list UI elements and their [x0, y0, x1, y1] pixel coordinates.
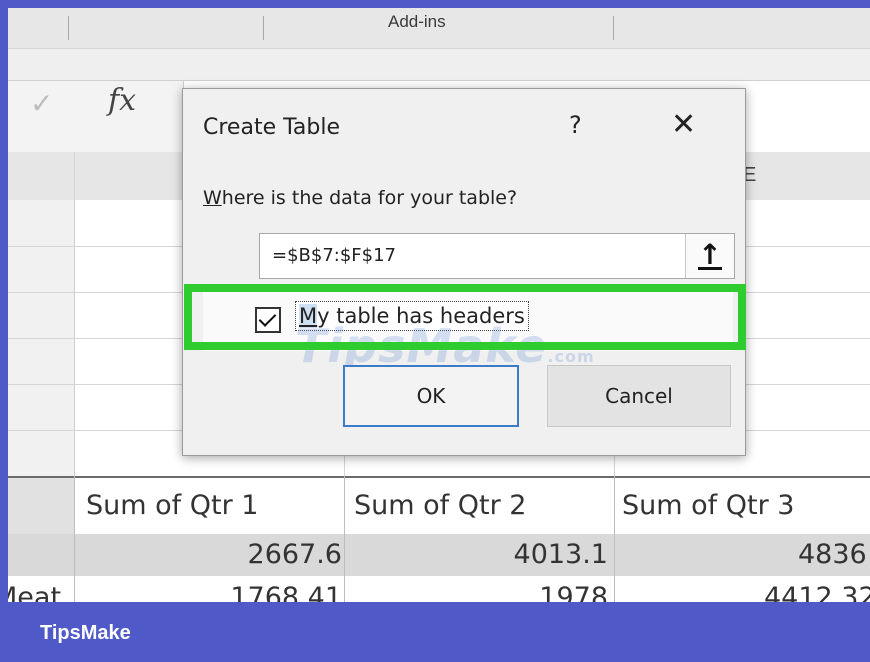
help-button[interactable]: ? — [569, 111, 582, 139]
ribbon-group-label-addins: Add-ins — [388, 12, 446, 31]
pivot-cell[interactable]: 4836 — [798, 539, 867, 570]
dialog-title: Create Table — [203, 115, 340, 140]
collapse-dialog-button[interactable]: ↑ — [685, 234, 734, 278]
cancel-button[interactable]: Cancel — [547, 365, 731, 427]
ribbon-group-labels: Add-ins — [8, 8, 870, 48]
pivot-cell[interactable]: 4412.32 — [764, 582, 870, 602]
range-input[interactable]: =$B$7:$F$17 ↑ — [259, 233, 735, 279]
ribbon-separator — [613, 16, 614, 40]
pivot-header-qtr3[interactable]: Sum of Qtr 3 — [622, 490, 794, 521]
excel-window: Add-ins ✓ fx E Sum of Qtr 1 Sum of Qtr 2… — [8, 8, 870, 602]
pivot-row-label-header — [8, 478, 74, 536]
formula-bar-controls: ✓ fx — [8, 81, 183, 153]
pivot-cell[interactable]: 1978 — [539, 582, 608, 602]
ok-button[interactable]: OK — [343, 365, 519, 427]
insert-function-button[interactable]: fx — [108, 83, 136, 118]
pivot-column-divider — [344, 476, 345, 602]
pivot-header-row: Sum of Qtr 1 Sum of Qtr 2 Sum of Qtr 3 — [8, 476, 870, 536]
pivot-row: 2667.6 4013.1 4836 — [8, 534, 870, 576]
range-prompt-text: here is the data for your table? — [221, 187, 518, 209]
highlight-frame — [184, 284, 746, 350]
pivot-header-qtr1[interactable]: Sum of Qtr 1 — [86, 490, 258, 521]
pivot-cell[interactable]: 1768.41 — [230, 582, 342, 602]
pivot-header-qtr2[interactable]: Sum of Qtr 2 — [354, 490, 526, 521]
range-value[interactable]: =$B$7:$F$17 — [272, 245, 396, 266]
checkmark-icon[interactable]: ✓ — [30, 87, 53, 120]
pivot-column-divider — [74, 476, 75, 602]
pivot-row: Meat 1768.41 1978 4412.32 — [8, 576, 870, 602]
column-divider — [74, 152, 75, 200]
create-table-dialog: Create Table ? ✕ Where is the data for y… — [182, 88, 746, 456]
close-icon[interactable]: ✕ — [671, 107, 696, 142]
pivot-cell[interactable]: 4013.1 — [514, 539, 608, 570]
brand-logo-text: TipsMake — [40, 622, 131, 644]
ribbon-strip — [8, 48, 870, 81]
ribbon-separator — [263, 16, 264, 40]
pivot-row-label[interactable]: Meat — [8, 582, 61, 602]
range-prompt: Where is the data for your table? — [203, 187, 517, 209]
ribbon-separator — [68, 16, 69, 40]
range-prompt-mnemonic: W — [203, 187, 222, 209]
pivot-column-divider — [614, 476, 615, 602]
brand-footer: TipsMake — [0, 602, 870, 662]
pivot-cell[interactable]: 2667.6 — [248, 539, 342, 570]
upload-arrow-icon: ↑ — [698, 238, 722, 271]
